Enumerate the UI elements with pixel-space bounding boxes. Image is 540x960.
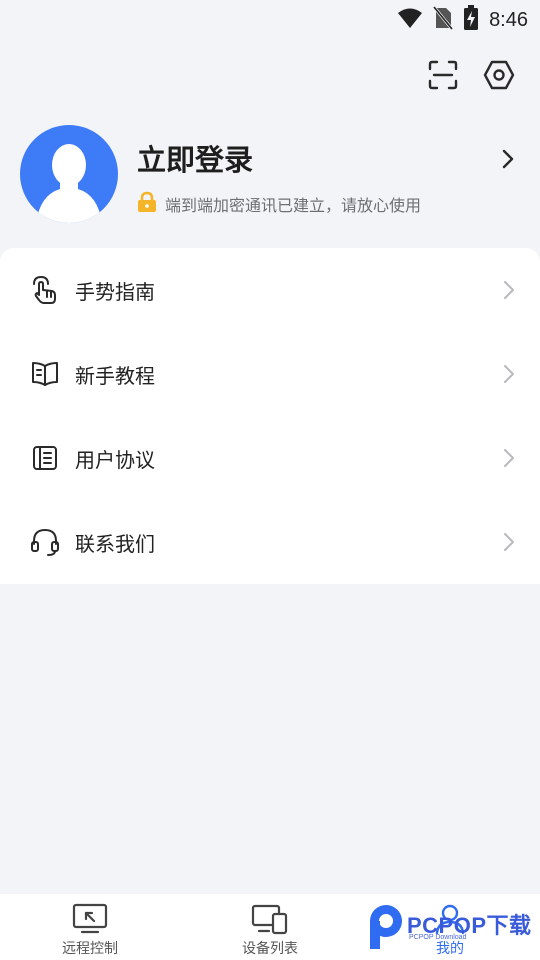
chevron-right-icon (502, 363, 516, 385)
chevron-right-icon[interactable] (498, 147, 518, 171)
scan-icon (428, 60, 458, 94)
hand-gesture-icon (30, 275, 60, 305)
menu-list: 手势指南 新手教程 用户协议 联系我们 (0, 248, 540, 584)
menu-item-label: 用户协议 (75, 447, 155, 472)
profile-header[interactable]: 立即登录 端到端加密通讯已建立，请放心使用 (20, 125, 520, 225)
remote-monitor-icon (71, 902, 109, 936)
lock-icon (137, 191, 157, 217)
headset-icon (30, 527, 60, 557)
menu-item-gesture-guide[interactable]: 手势指南 (0, 248, 540, 332)
top-actions (426, 60, 516, 94)
menu-item-tutorial[interactable]: 新手教程 (0, 332, 540, 416)
menu-item-contact-us[interactable]: 联系我们 (0, 500, 540, 584)
secure-text: 端到端加密通讯已建立，请放心使用 (165, 196, 422, 215)
pcpop-logo-icon (367, 904, 405, 954)
battery-charging-icon (463, 5, 479, 35)
tab-device-list[interactable]: 设备列表 (180, 894, 360, 960)
chevron-right-icon (502, 279, 516, 301)
avatar[interactable] (20, 125, 118, 223)
watermark: PCPOP下载 PCPOP Download (367, 904, 537, 956)
chevron-right-icon (502, 447, 516, 469)
menu-item-label: 联系我们 (75, 531, 155, 556)
watermark-sub: PCPOP Download (409, 934, 467, 941)
secure-notice: 端到端加密通讯已建立，请放心使用 (137, 191, 421, 217)
menu-item-label: 手势指南 (75, 279, 155, 304)
tab-remote-control[interactable]: 远程控制 (0, 894, 180, 960)
status-time: 8:46 (489, 8, 528, 31)
devices-icon (251, 902, 289, 936)
settings-button[interactable] (482, 60, 516, 94)
chevron-right-icon (502, 531, 516, 553)
login-title[interactable]: 立即登录 (137, 137, 253, 179)
menu-item-label: 新手教程 (75, 363, 155, 388)
book-icon (30, 359, 60, 389)
scan-button[interactable] (426, 60, 460, 94)
wifi-icon (397, 7, 423, 33)
document-icon (30, 443, 60, 473)
settings-icon (483, 60, 515, 94)
no-sim-icon (432, 6, 454, 34)
tab-label: 远程控制 (62, 941, 118, 957)
tab-label: 设备列表 (242, 941, 298, 957)
menu-item-user-agreement[interactable]: 用户协议 (0, 416, 540, 500)
status-icons: 8:46 (397, 5, 528, 35)
default-avatar-icon (36, 144, 102, 223)
status-bar: 8:46 (0, 0, 540, 36)
